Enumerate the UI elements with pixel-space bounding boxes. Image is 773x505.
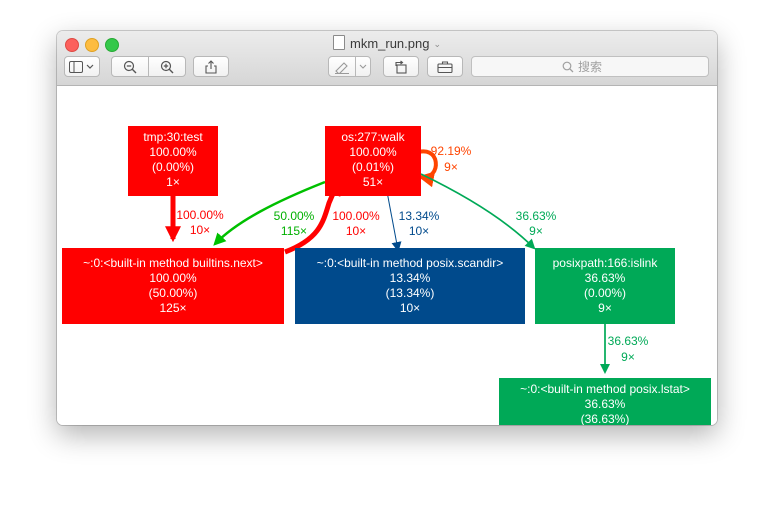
window-title: mkm_run.png <box>349 36 430 51</box>
chevron-down-icon <box>359 64 367 69</box>
node-calls: 125× <box>159 301 186 315</box>
preview-window: mkm_run.png ⌄ 搜索 100.00% 10× 92.19% 9× 5… <box>57 31 717 425</box>
title-bar: mkm_run.png ⌄ <box>57 31 717 86</box>
node-self: (0.00%) <box>584 286 626 300</box>
edge-label-pct: 36.63% <box>608 334 649 348</box>
search-input[interactable] <box>578 59 618 74</box>
node-name: os:277:walk <box>341 130 405 144</box>
edge-label-pct: 50.00% <box>274 209 315 223</box>
node-total: 100.00% <box>149 145 197 159</box>
node-self: (36.63%) <box>581 412 630 425</box>
node-total: 100.00% <box>149 271 197 285</box>
chevron-down-icon: ⌄ <box>433 39 442 49</box>
edge-label-calls: 9× <box>529 224 543 238</box>
node-total: 36.63% <box>585 397 626 411</box>
zoom-in-button[interactable] <box>148 56 186 77</box>
node-calls: 51× <box>363 175 383 189</box>
image-canvas[interactable]: 100.00% 10× 92.19% 9× 50.00% 115× 100.00… <box>57 86 717 425</box>
node-total: 13.34% <box>390 271 431 285</box>
node-posix-scandir: ~:0:<built-in method posix.scandir> 13.3… <box>295 248 525 324</box>
node-os-walk: os:277:walk 100.00% (0.01%) 51× <box>325 126 421 196</box>
edge-walk-to-islink: 36.63% 9× <box>420 173 557 250</box>
edge-label-calls: 9× <box>621 350 635 364</box>
node-name: ~:0:<built-in method builtins.next> <box>83 256 263 270</box>
node-tmp-test: tmp:30:test 100.00% (0.00%) 1× <box>128 126 218 196</box>
zoom-in-icon <box>160 60 174 73</box>
edge-label-calls: 115× <box>281 224 307 238</box>
toolbox-icon <box>437 60 453 73</box>
node-self: (13.34%) <box>386 286 435 300</box>
edge-label-calls: 9× <box>444 160 458 174</box>
node-total: 100.00% <box>349 145 397 159</box>
zoom-out-button[interactable] <box>111 56 149 77</box>
edge-label-pct: 13.34% <box>399 209 440 223</box>
node-self: (0.00%) <box>152 160 194 174</box>
image-file-icon <box>332 35 345 50</box>
edge-label-calls: 10× <box>409 224 429 238</box>
edge-label-pct: 100.00% <box>332 209 380 223</box>
edge-label-calls: 10× <box>190 223 210 237</box>
node-calls: 10× <box>400 301 420 315</box>
node-name: ~:0:<built-in method posix.scandir> <box>317 256 503 270</box>
search-icon <box>562 61 574 72</box>
edge-label-pct: 100.00% <box>176 208 224 222</box>
pen-icon <box>335 61 349 74</box>
rotate-button[interactable] <box>383 56 419 77</box>
edge-walk-to-next: 50.00% 115× <box>213 180 326 246</box>
markup-menu-button[interactable] <box>355 56 371 77</box>
node-name: tmp:30:test <box>143 130 203 144</box>
search-field[interactable] <box>471 56 709 77</box>
node-self: (0.01%) <box>352 160 394 174</box>
edge-label-calls: 10× <box>346 224 366 238</box>
window-title-area[interactable]: mkm_run.png ⌄ <box>57 35 717 53</box>
node-name: posixpath:166:islink <box>553 256 659 270</box>
share-icon <box>205 59 217 74</box>
sidebar-icon <box>69 60 94 73</box>
sidebar-view-button[interactable] <box>64 56 100 77</box>
call-graph: 100.00% 10× 92.19% 9× 50.00% 115× 100.00… <box>62 126 711 425</box>
edge-test-to-next: 100.00% 10× <box>164 196 224 243</box>
edge-label-pct: 92.19% <box>431 144 472 158</box>
node-self: (50.00%) <box>149 286 198 300</box>
node-name: ~:0:<built-in method posix.lstat> <box>520 382 690 396</box>
markup-pen-button[interactable] <box>328 56 356 77</box>
toolbox-button[interactable] <box>427 56 463 77</box>
node-posixpath-islink: posixpath:166:islink 36.63% (0.00%) 9× <box>535 248 675 324</box>
node-builtins-next: ~:0:<built-in method builtins.next> 100.… <box>62 248 284 324</box>
node-calls: 1× <box>166 175 180 189</box>
edge-label-pct: 36.63% <box>516 209 557 223</box>
node-calls: 9× <box>598 301 612 315</box>
rotate-icon <box>395 60 407 74</box>
node-posix-lstat: ~:0:<built-in method posix.lstat> 36.63%… <box>499 378 711 425</box>
node-total: 36.63% <box>585 271 626 285</box>
edge-islink-to-lstat: 36.63% 9× <box>599 324 649 375</box>
zoom-out-icon <box>123 60 137 73</box>
share-button[interactable] <box>193 56 229 77</box>
edge-walk-self-loop: 92.19% 9× <box>412 144 472 188</box>
